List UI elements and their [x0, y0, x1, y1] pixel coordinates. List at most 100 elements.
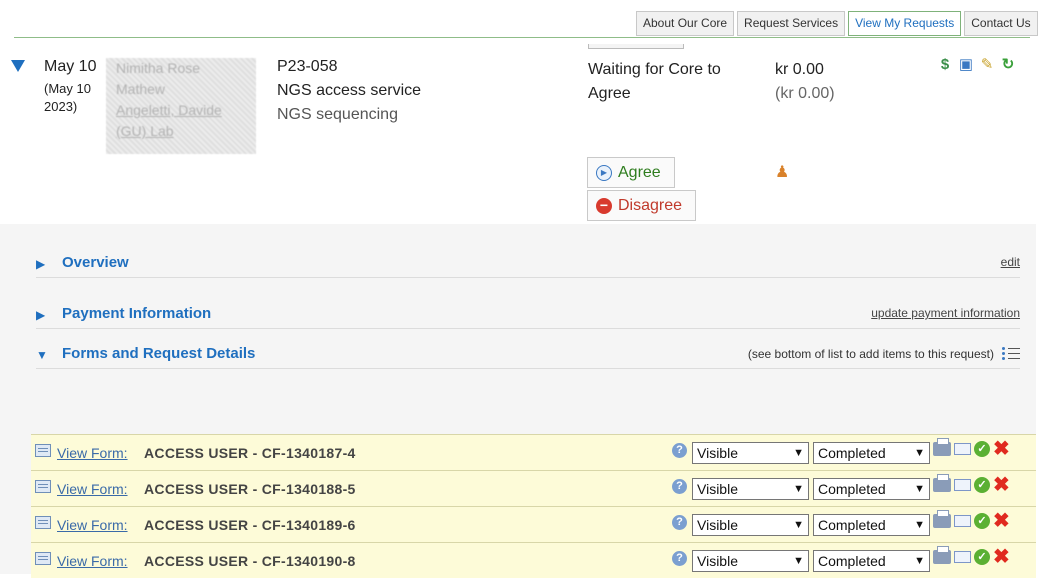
expand-arrow-icon: ▶	[36, 308, 46, 322]
email-icon[interactable]	[954, 443, 971, 455]
form-row: View Form: ACCESS USER - CF-1340190-8 ? …	[31, 542, 1036, 578]
section-overview[interactable]: ▶ Overview edit	[36, 252, 1020, 278]
dollar-transfer-icon[interactable]: $	[936, 56, 954, 74]
view-form-link[interactable]: View Form:	[57, 553, 128, 569]
email-icon[interactable]	[954, 479, 971, 491]
nav-divider	[14, 37, 1030, 38]
list-icon[interactable]	[1002, 347, 1020, 361]
email-icon[interactable]	[954, 515, 971, 527]
help-icon[interactable]: ?	[672, 551, 687, 566]
form-icon	[35, 516, 51, 529]
form-icon	[35, 480, 51, 493]
edit-pencil-icon[interactable]: ✎	[978, 56, 996, 74]
help-icon[interactable]: ?	[672, 443, 687, 458]
chevron-down-icon: ▼	[914, 519, 925, 531]
amount-sub-value: (kr 0.00)	[775, 85, 835, 102]
requester-info-blurred: Nimitha Rose Mathew Angeletti, Davide (G…	[106, 58, 256, 154]
status-select[interactable]: Completed ▼	[813, 442, 930, 464]
printer-icon[interactable]	[933, 438, 951, 456]
visibility-value: Visible	[697, 517, 738, 533]
requester-lab-link-line2[interactable]: (GU) Lab	[116, 121, 246, 142]
amount-value: kr 0.00	[775, 61, 824, 78]
check-icon[interactable]: ✓	[974, 513, 990, 529]
minus-circle-icon: −	[596, 197, 612, 214]
form-name: ACCESS USER - CF-1340187-4	[144, 445, 356, 461]
request-actions: $ ▣ ✎ ↻	[936, 56, 1017, 74]
agree-button[interactable]: ▶ Agree	[587, 157, 675, 188]
service-name: NGS access service	[277, 82, 422, 99]
status-select[interactable]: Completed ▼	[813, 514, 930, 536]
view-form-link[interactable]: View Form:	[57, 517, 128, 533]
status-value: Completed	[818, 445, 886, 461]
project-id: P23-058	[277, 58, 338, 75]
status-select[interactable]: Completed ▼	[813, 478, 930, 500]
request-date: May 10	[44, 58, 97, 75]
form-row: View Form: ACCESS USER - CF-1340187-4 ? …	[31, 434, 1036, 470]
section-title[interactable]: Forms and Request Details	[62, 343, 255, 365]
visibility-select[interactable]: Visible ▼	[692, 550, 809, 572]
amount-block: kr 0.00 (kr 0.00)	[775, 58, 835, 106]
printer-icon[interactable]	[933, 546, 951, 564]
requester-name-line1: Nimitha Rose	[116, 60, 201, 76]
form-name: ACCESS USER - CF-1340189-6	[144, 517, 356, 533]
play-circle-icon: ▶	[596, 164, 612, 181]
add-items-note-text: (see bottom of list to add items to this…	[747, 347, 994, 361]
overview-edit-link[interactable]: edit	[1001, 255, 1020, 269]
requester-lab-link[interactable]: Angeletti, Davide	[116, 100, 246, 121]
delete-icon[interactable]: ✖	[993, 547, 1010, 567]
form-list: View Form: ACCESS USER - CF-1340187-4 ? …	[31, 434, 1036, 578]
tab-about-our-core[interactable]: About Our Core	[636, 11, 735, 36]
collapse-arrow-icon: ▼	[36, 348, 48, 362]
row-actions: ✓ ✖	[933, 510, 1010, 531]
disagree-label: Disagree	[618, 196, 683, 214]
email-icon[interactable]	[954, 551, 971, 563]
chevron-down-icon: ▼	[914, 483, 925, 495]
service-subtype: NGS sequencing	[277, 106, 398, 123]
section-payment-information[interactable]: ▶ Payment Information update payment inf…	[36, 303, 1020, 329]
tab-view-my-requests[interactable]: View My Requests	[848, 11, 962, 36]
row-actions: ✓ ✖	[933, 546, 1010, 567]
status-select[interactable]: Completed ▼	[813, 550, 930, 572]
requester-name-line2: Mathew	[116, 81, 166, 97]
users-icon[interactable]: ♟	[775, 162, 789, 182]
visibility-select[interactable]: Visible ▼	[692, 514, 809, 536]
check-icon[interactable]: ✓	[974, 441, 990, 457]
chevron-down-icon: ▼	[793, 555, 804, 567]
help-icon[interactable]: ?	[672, 479, 687, 494]
request-row: May 10 (May 10 2023) Nimitha Rose Mathew…	[0, 44, 1036, 224]
row-actions: ✓ ✖	[933, 474, 1010, 495]
chevron-down-icon: ▼	[793, 483, 804, 495]
printer-icon[interactable]	[933, 474, 951, 492]
section-forms-and-request-details[interactable]: ▼ Forms and Request Details (see bottom …	[36, 343, 1020, 369]
disagree-button[interactable]: − Disagree	[587, 190, 696, 221]
view-form-link[interactable]: View Form:	[57, 445, 128, 461]
request-status: Waiting for Core to Agree	[588, 61, 721, 102]
help-icon[interactable]: ?	[672, 515, 687, 530]
visibility-value: Visible	[697, 553, 738, 569]
update-payment-link[interactable]: update payment information	[871, 306, 1020, 320]
status-value: Completed	[818, 553, 886, 569]
check-icon[interactable]: ✓	[974, 549, 990, 565]
visibility-value: Visible	[697, 445, 738, 461]
printer-icon[interactable]	[933, 510, 951, 528]
check-icon[interactable]: ✓	[974, 477, 990, 493]
delete-icon[interactable]: ✖	[993, 475, 1010, 495]
top-nav: About Our Core Request Services View My …	[636, 11, 1038, 36]
visibility-value: Visible	[697, 481, 738, 497]
visibility-select[interactable]: Visible ▼	[692, 442, 809, 464]
refresh-icon[interactable]: ↻	[999, 56, 1017, 74]
collapse-triangle-icon[interactable]	[11, 60, 25, 72]
section-title[interactable]: Overview	[62, 252, 129, 274]
request-date-detail: (May 10 2023)	[44, 81, 91, 114]
section-title[interactable]: Payment Information	[62, 303, 211, 325]
tab-request-services[interactable]: Request Services	[737, 11, 846, 36]
delete-icon[interactable]: ✖	[993, 439, 1010, 459]
form-icon	[35, 444, 51, 457]
delete-icon[interactable]: ✖	[993, 511, 1010, 531]
visibility-select[interactable]: Visible ▼	[692, 478, 809, 500]
form-row: View Form: ACCESS USER - CF-1340188-5 ? …	[31, 470, 1036, 506]
view-form-link[interactable]: View Form:	[57, 481, 128, 497]
status-value: Completed	[818, 517, 886, 533]
comments-icon[interactable]: ▣	[957, 56, 975, 74]
tab-contact-us[interactable]: Contact Us	[964, 11, 1038, 36]
